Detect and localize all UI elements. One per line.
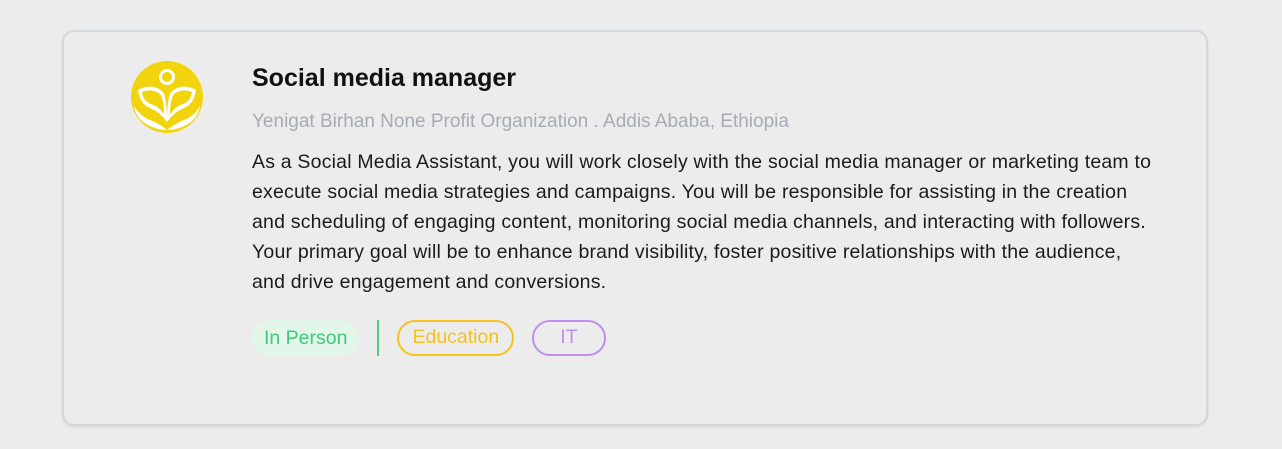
work-type-tag: In Person bbox=[252, 320, 360, 356]
tag-list: In Person Education IT bbox=[252, 319, 1152, 357]
category-tag-it: IT bbox=[532, 320, 606, 356]
category-tag-education: Education bbox=[397, 320, 515, 356]
company-location: Yenigat Birhan None Profit Organization … bbox=[252, 111, 789, 132]
organization-logo-icon bbox=[130, 60, 204, 134]
job-details: Social media manager Yenigat Birhan None… bbox=[252, 62, 1152, 357]
tag-divider bbox=[377, 320, 380, 356]
job-card[interactable]: Social media manager Yenigat Birhan None… bbox=[62, 30, 1208, 426]
job-title[interactable]: Social media manager bbox=[252, 62, 1152, 94]
job-description: As a Social Media Assistant, you will wo… bbox=[252, 151, 1152, 293]
